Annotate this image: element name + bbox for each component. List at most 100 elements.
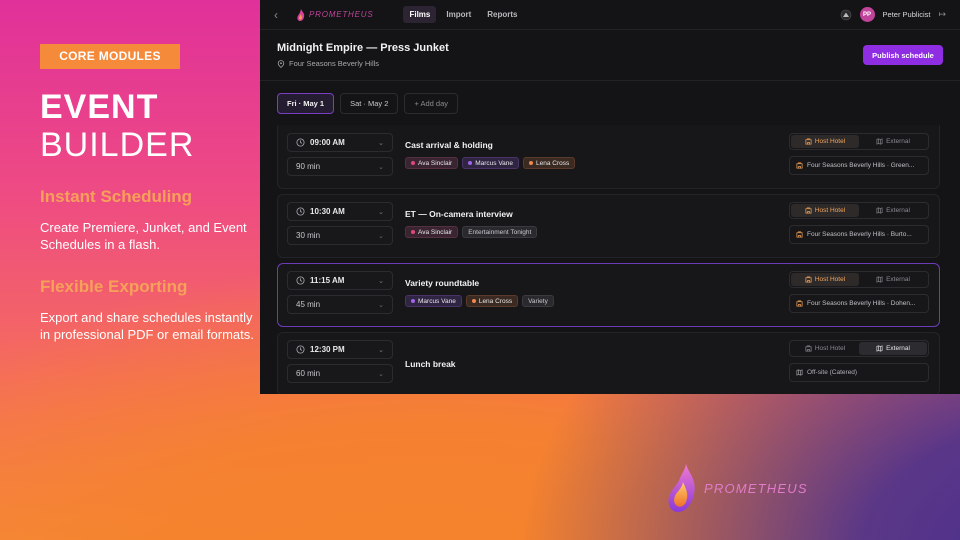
location-value: Four Seasons Beverly Hills · Green... <box>807 162 915 169</box>
external-label: External <box>886 276 910 283</box>
studio-logo-icon <box>840 9 851 20</box>
location-toggle: Host Hotel External <box>789 271 929 288</box>
app-window: ‹ PROMETHEUS Films Import Reports PP Pet… <box>260 0 960 394</box>
hotel-icon <box>796 162 803 169</box>
talent-dot <box>411 230 415 234</box>
nav-import[interactable]: Import <box>440 6 477 23</box>
publish-schedule-button[interactable]: Publish schedule <box>863 45 943 65</box>
map-icon <box>876 207 883 214</box>
clock-icon <box>296 276 305 285</box>
talent-chip[interactable]: Ava Sinclair <box>405 157 459 169</box>
time-select[interactable]: 10:30 AM ⌄ <box>287 202 393 221</box>
avatar[interactable]: PP <box>859 7 875 22</box>
segment-title[interactable]: ET — On-camera interview <box>405 209 513 219</box>
location-toggle: Host Hotel External <box>789 202 929 219</box>
duration-select[interactable]: 30 min ⌄ <box>287 226 393 245</box>
participant-chips: Marcus Vane Lena Cross Variety <box>405 295 554 307</box>
schedule-row[interactable]: 12:30 PM ⌄ 60 min ⌄ Lunch break Host Hotel… <box>277 332 940 394</box>
location-toggle: Host Hotel External <box>789 340 929 357</box>
schedule-list: 09:00 AM ⌄ 90 min ⌄ Cast arrival & holding… <box>277 125 940 394</box>
location-value: Four Seasons Beverly Hills · Dohen... <box>807 300 916 307</box>
schedule-row[interactable]: 09:00 AM ⌄ 90 min ⌄ Cast arrival & holding… <box>277 125 940 189</box>
hotel-icon <box>796 300 803 307</box>
location-field[interactable]: Off-site (Catered) <box>789 363 929 382</box>
talent-chip[interactable]: Lena Cross <box>523 157 576 169</box>
chevron-down-icon: ⌄ <box>378 301 384 309</box>
clock-icon <box>296 138 305 147</box>
chevron-down-icon: ⌄ <box>378 232 384 240</box>
add-day-button[interactable]: + Add day <box>404 93 459 114</box>
time-select[interactable]: 09:00 AM ⌄ <box>287 133 393 152</box>
talent-chip[interactable]: Ava Sinclair <box>405 226 459 238</box>
duration-select[interactable]: 45 min ⌄ <box>287 295 393 314</box>
location-value: Off-site (Catered) <box>807 369 858 376</box>
talent-dot <box>411 161 415 165</box>
flame-logo-icon <box>668 464 695 512</box>
time-value: 10:30 AM <box>310 207 345 216</box>
external-label: External <box>886 345 910 352</box>
host-hotel-option[interactable]: Host Hotel <box>791 204 859 217</box>
duration-select[interactable]: 90 min ⌄ <box>287 157 393 176</box>
core-modules-badge: CORE MODULES <box>40 44 180 69</box>
talent-dot <box>411 299 415 303</box>
event-venue: Four Seasons Beverly Hills <box>277 59 449 68</box>
user-name: Peter Publicist <box>882 10 931 19</box>
feature-body-scheduling: Create Premiere, Junket, and Event Sched… <box>40 220 247 252</box>
hotel-icon <box>805 345 812 352</box>
location-field[interactable]: Four Seasons Beverly Hills · Dohen... <box>789 294 929 313</box>
outlet-chip[interactable]: Entertainment Tonight <box>462 226 538 238</box>
schedule-row[interactable]: 10:30 AM ⌄ 30 min ⌄ ET — On-camera intervi… <box>277 194 940 258</box>
location-field[interactable]: Four Seasons Beverly Hills · Green... <box>789 156 929 175</box>
chevron-down-icon: ⌄ <box>378 370 384 378</box>
main-nav: Films Import Reports <box>403 6 523 23</box>
time-select[interactable]: 11:15 AM ⌄ <box>287 271 393 290</box>
talent-chip-label: Marcus Vane <box>418 297 456 305</box>
app-logo[interactable]: PROMETHEUS <box>296 8 373 21</box>
location-field[interactable]: Four Seasons Beverly Hills · Burto... <box>789 225 929 244</box>
host-hotel-label: Host Hotel <box>814 276 846 283</box>
time-select[interactable]: 12:30 PM ⌄ <box>287 340 393 359</box>
chevron-down-icon: ⌄ <box>378 139 384 147</box>
talent-chip[interactable]: Marcus Vane <box>405 295 462 307</box>
external-option[interactable]: External <box>859 273 927 286</box>
marketing-panel: CORE MODULES EVENT BUILDER Instant Sched… <box>40 44 255 343</box>
title-builder: BUILDER <box>40 126 195 164</box>
duration-value: 90 min <box>296 162 321 171</box>
top-bar: ‹ PROMETHEUS Films Import Reports PP Pet… <box>260 0 960 30</box>
back-chevron-icon[interactable]: ‹ <box>274 8 294 22</box>
time-value: 12:30 PM <box>310 345 345 354</box>
duration-value: 60 min <box>296 369 321 378</box>
host-hotel-option[interactable]: Host Hotel <box>791 342 859 355</box>
day-tabs: Fri · May 1 Sat · May 2 + Add day <box>260 81 960 114</box>
event-header: Midnight Empire — Press Junket Four Seas… <box>260 30 960 81</box>
external-option[interactable]: External <box>859 204 927 217</box>
talent-chip[interactable]: Marcus Vane <box>462 157 520 169</box>
outlet-chip[interactable]: Variety <box>522 295 554 307</box>
schedule-row[interactable]: 11:15 AM ⌄ 45 min ⌄ Variety roundtable Mar… <box>277 263 940 327</box>
participant-chips: Ava Sinclair Entertainment Tonight <box>405 226 538 238</box>
talent-chip[interactable]: Lena Cross <box>465 295 519 307</box>
tab-day-fri[interactable]: Fri · May 1 <box>277 93 335 114</box>
hotel-icon <box>796 231 803 238</box>
nav-films[interactable]: Films <box>403 6 437 23</box>
host-hotel-option[interactable]: Host Hotel <box>791 273 859 286</box>
talent-chip-label: Marcus Vane <box>475 159 514 167</box>
chevron-down-icon: ⌄ <box>378 208 384 216</box>
tab-day-sat[interactable]: Sat · May 2 <box>340 93 399 114</box>
duration-select[interactable]: 60 min ⌄ <box>287 364 393 383</box>
segment-title[interactable]: Cast arrival & holding <box>405 140 493 150</box>
external-option[interactable]: External <box>859 135 927 148</box>
duration-value: 45 min <box>296 300 321 309</box>
time-value: 09:00 AM <box>310 138 345 147</box>
location-value: Four Seasons Beverly Hills · Burto... <box>807 231 912 238</box>
external-option[interactable]: External <box>859 342 927 355</box>
segment-title[interactable]: Lunch break <box>405 359 456 369</box>
nav-reports[interactable]: Reports <box>481 6 523 23</box>
host-hotel-option[interactable]: Host Hotel <box>791 135 859 148</box>
segment-title[interactable]: Variety roundtable <box>405 278 479 288</box>
flame-icon <box>297 8 305 21</box>
external-label: External <box>886 207 910 214</box>
brand-logo-text: PROMETHEUS <box>704 480 808 496</box>
logout-icon[interactable]: ↦ <box>938 9 946 20</box>
map-icon <box>796 369 803 376</box>
